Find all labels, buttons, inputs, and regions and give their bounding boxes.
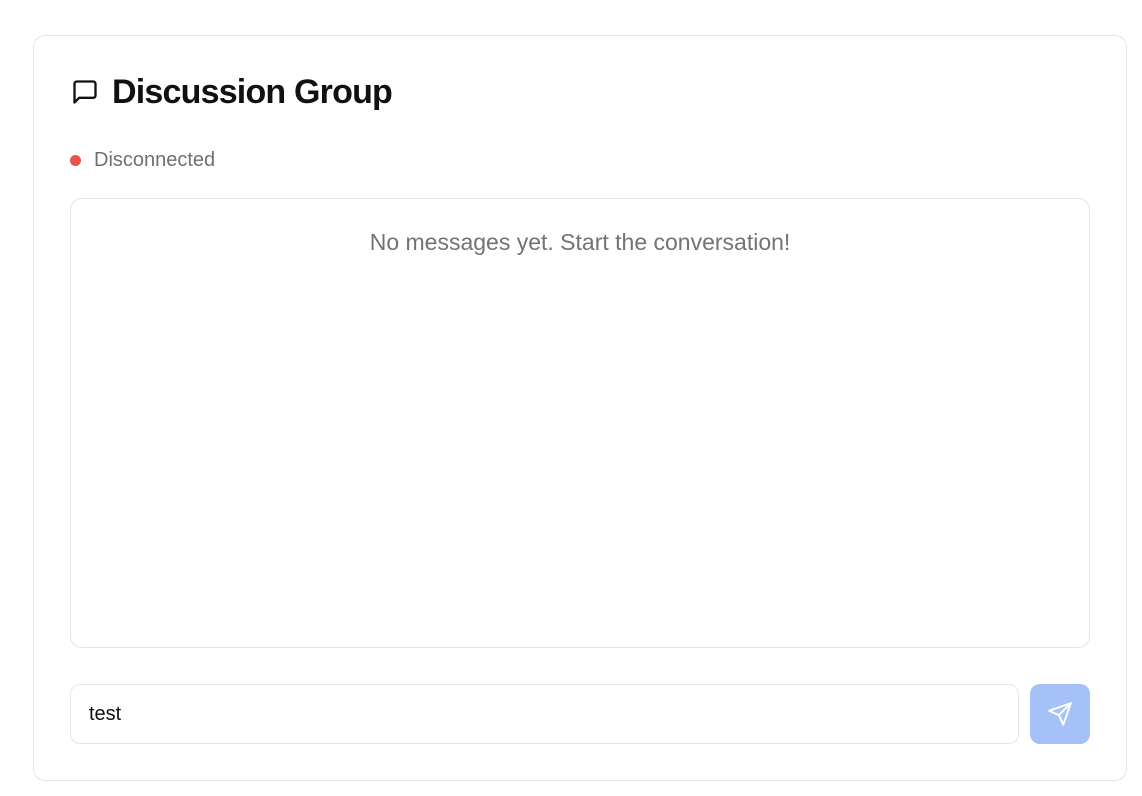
status-label: Disconnected <box>94 148 216 171</box>
send-icon <box>1047 701 1073 727</box>
message-input[interactable] <box>70 684 1019 744</box>
connection-status: Disconnected <box>70 148 215 172</box>
message-square-icon <box>70 77 100 107</box>
message-list[interactable]: No messages yet. Start the conversation! <box>70 198 1090 648</box>
chat-header: Discussion Group <box>70 72 393 112</box>
status-dot-icon <box>70 154 81 166</box>
chat-card: Discussion Group Disconnected No message… <box>33 35 1127 781</box>
send-button[interactable] <box>1030 684 1090 744</box>
empty-state-text: No messages yet. Start the conversation! <box>369 229 791 255</box>
page-title: Discussion Group <box>112 73 393 111</box>
